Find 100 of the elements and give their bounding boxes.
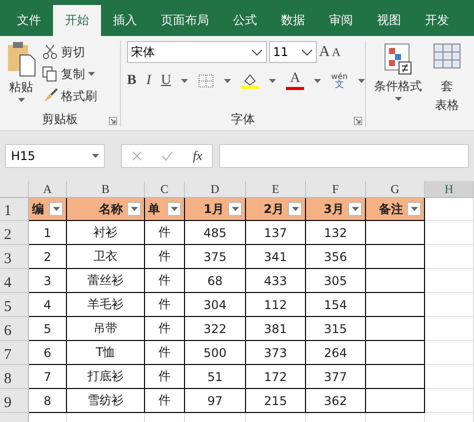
cell-text: 341 — [264, 250, 287, 264]
column-header[interactable]: B — [67, 181, 145, 198]
cell-text: 羊毛衫 — [88, 296, 124, 313]
column-header[interactable]: G — [366, 181, 425, 198]
grow-font-button[interactable]: A — [319, 44, 330, 60]
check-icon[interactable] — [161, 151, 174, 161]
filter-button[interactable] — [127, 202, 141, 216]
column-header[interactable]: E — [246, 181, 306, 198]
row-header[interactable]: 1 — [0, 198, 29, 221]
cell-text: 卫衣 — [94, 248, 118, 265]
cell-text: 375 — [204, 250, 226, 264]
filter-button[interactable] — [407, 202, 421, 216]
font-name-field[interactable]: 宋体 — [127, 41, 267, 63]
cell-text: 5 — [44, 322, 52, 336]
cell-text: 2月 — [264, 200, 284, 218]
row-header[interactable]: 6 — [0, 317, 29, 341]
launcher-icon[interactable] — [354, 117, 362, 125]
cell-text: 322 — [204, 322, 226, 336]
row-header[interactable]: 8 — [0, 365, 29, 389]
font-color-button[interactable]: A — [290, 71, 300, 87]
filter-button[interactable] — [167, 202, 181, 216]
brush-icon — [42, 88, 58, 104]
copy-icon — [42, 66, 58, 82]
cell-text: 件 — [158, 368, 170, 385]
shrink-font-button[interactable]: A — [332, 44, 341, 60]
cell-text: 97 — [207, 394, 223, 408]
filter-button[interactable] — [288, 202, 302, 216]
clipboard-icon — [6, 41, 36, 77]
row-header[interactable]: 5 — [0, 293, 29, 317]
cell-text: 305 — [324, 274, 347, 288]
font-size-field[interactable]: 11 — [269, 41, 317, 63]
cell-text: 132 — [324, 226, 347, 240]
cell-text: 件 — [158, 296, 170, 313]
cell-text: T恤 — [96, 344, 116, 361]
cell-text: 485 — [204, 226, 226, 240]
row-header[interactable]: 9 — [0, 389, 29, 413]
cell-text: 4 — [44, 298, 52, 312]
formula-input[interactable] — [219, 144, 469, 168]
paste-button[interactable]: 粘贴 — [6, 41, 36, 111]
ribbon-tab[interactable]: 数据 — [269, 5, 317, 36]
caret-icon — [358, 78, 365, 82]
cell-text: 264 — [324, 346, 347, 360]
cell-text: 雪纺衫 — [88, 392, 124, 409]
filter-button[interactable] — [49, 202, 63, 216]
cell-text: 单 — [148, 200, 160, 218]
group-label: 剪贴板 — [42, 111, 78, 127]
column-header[interactable]: D — [185, 181, 246, 198]
row-header[interactable]: 4 — [0, 269, 29, 293]
bold-button[interactable]: B — [127, 72, 136, 88]
row-header[interactable]: 7 — [0, 341, 29, 365]
border-icon[interactable] — [198, 74, 214, 88]
underline-button[interactable]: U — [161, 72, 172, 88]
cell-text: 备注 — [379, 200, 403, 218]
group-label: 字体 — [231, 111, 255, 127]
insert-function-button[interactable]: fx — [192, 148, 202, 164]
ribbon-tab[interactable]: 页面布局 — [149, 5, 221, 36]
cell-text: 381 — [264, 322, 287, 336]
ribbon-tab[interactable]: 视图 — [365, 5, 413, 36]
ribbon-tab[interactable]: 开始 — [53, 5, 101, 36]
ribbon-tab[interactable]: 插入 — [101, 5, 149, 36]
filter-button[interactable] — [228, 202, 242, 216]
cell-text: 304 — [204, 298, 226, 312]
copy-button[interactable]: 复制 — [42, 63, 95, 85]
cell-text: 315 — [324, 322, 347, 336]
cell-text: 编 — [32, 200, 44, 218]
column-header[interactable]: H — [425, 181, 474, 198]
conditional-format-button[interactable]: 条件格式 — [374, 42, 422, 101]
cell-text: 362 — [324, 394, 347, 408]
ribbon-tab[interactable]: 审阅 — [317, 5, 365, 36]
font-color-bar — [286, 87, 304, 90]
launcher-icon[interactable] — [109, 117, 117, 125]
italic-button[interactable]: I — [146, 72, 152, 88]
phonetic-button[interactable]: wén 文 — [331, 72, 348, 90]
cell-text: 377 — [324, 370, 347, 384]
ribbon-tab[interactable]: 公式 — [221, 5, 269, 36]
fill-color-icon[interactable] — [241, 72, 260, 88]
format-painter-button[interactable]: 格式刷 — [42, 85, 97, 107]
caret-icon — [394, 97, 402, 101]
name-box[interactable]: H15 — [5, 144, 105, 168]
row-header[interactable]: 2 — [0, 221, 29, 245]
cell-text: 1月 — [204, 200, 224, 218]
caret-icon — [410, 207, 418, 211]
column-header[interactable]: F — [306, 181, 366, 198]
cell-text: 件 — [158, 272, 170, 289]
table-format-button[interactable]: 套 表格 — [432, 42, 462, 114]
row-header[interactable]: 3 — [0, 245, 29, 269]
filter-button[interactable] — [348, 202, 362, 216]
ribbon-tab[interactable]: 开发 — [413, 5, 461, 36]
cell-text: 吊带 — [94, 320, 118, 337]
column-header[interactable]: C — [145, 181, 185, 198]
caret-icon — [352, 207, 358, 211]
caret-icon — [88, 72, 95, 76]
caret-icon — [170, 207, 178, 211]
caret-icon — [232, 207, 238, 211]
column-header[interactable]: A — [29, 181, 67, 198]
cut-button[interactable]: 剪切 — [42, 41, 85, 63]
cell-text: 215 — [264, 394, 287, 408]
cell-text: 6 — [44, 346, 52, 360]
ribbon-tab[interactable]: 文件 — [5, 5, 53, 36]
cell-text: 8 — [44, 394, 52, 408]
